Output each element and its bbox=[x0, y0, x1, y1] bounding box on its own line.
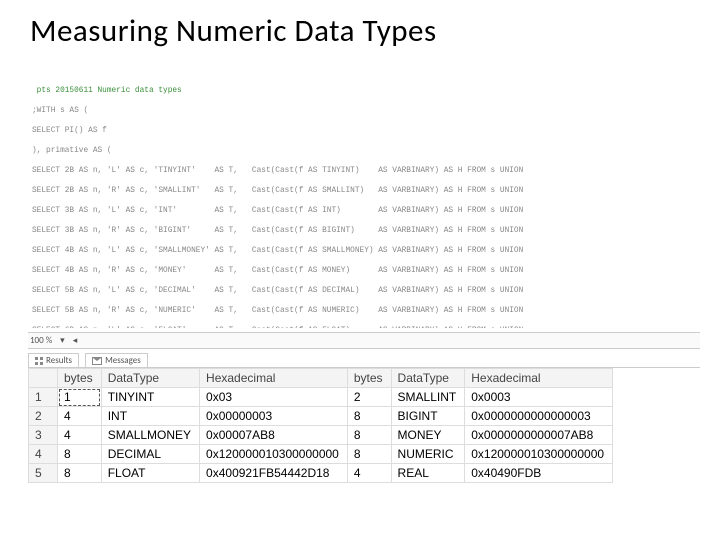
code-line: SELECT 6B AS n, 'L' AS c, 'FLOAT' AS T, … bbox=[32, 326, 700, 328]
cell[interactable]: DECIMAL bbox=[101, 445, 199, 464]
cell[interactable]: 0x00007AB8 bbox=[200, 426, 348, 445]
table-row[interactable]: 5 8 FLOAT 0x400921FB54442D18 4 REAL 0x40… bbox=[29, 464, 613, 483]
col-datatype-r[interactable]: DataType bbox=[391, 369, 465, 388]
code-line: SELECT 2B AS n, 'L' AS c, 'TINYINT' AS T… bbox=[32, 166, 700, 176]
col-hexadecimal-r[interactable]: Hexadecimal bbox=[465, 369, 613, 388]
cell[interactable]: NUMERIC bbox=[391, 445, 465, 464]
code-line: SELECT 5B AS n, 'R' AS c, 'NUMERIC' AS T… bbox=[32, 306, 700, 316]
cell[interactable]: 0x0000000000007AB8 bbox=[465, 426, 613, 445]
cell[interactable]: 0x0000000000000003 bbox=[465, 407, 613, 426]
code-line: ), primative AS ( bbox=[32, 146, 700, 156]
row-number: 5 bbox=[29, 464, 58, 483]
page-title: Measuring Numeric Data Types bbox=[0, 0, 720, 56]
cell[interactable]: SMALLINT bbox=[391, 388, 465, 407]
table-row[interactable]: 4 8 DECIMAL 0x120000010300000000 8 NUMER… bbox=[29, 445, 613, 464]
cell[interactable]: 0x120000010300000000 bbox=[465, 445, 613, 464]
cell[interactable]: 1 bbox=[58, 388, 102, 407]
row-number: 4 bbox=[29, 445, 58, 464]
scroll-left-icon[interactable]: ◂ bbox=[73, 335, 78, 346]
cell[interactable]: 0x400921FB54442D18 bbox=[200, 464, 348, 483]
message-icon bbox=[92, 357, 102, 365]
tab-label: Results bbox=[46, 355, 72, 366]
dropdown-icon[interactable]: ▾ bbox=[60, 335, 65, 346]
cell[interactable]: BIGINT bbox=[391, 407, 465, 426]
col-rownum[interactable] bbox=[29, 369, 58, 388]
code-line: SELECT 3B AS n, 'R' AS c, 'BIGINT' AS T,… bbox=[32, 226, 700, 236]
cell[interactable]: 0x03 bbox=[200, 388, 348, 407]
cell[interactable]: 8 bbox=[347, 407, 391, 426]
cell[interactable]: FLOAT bbox=[101, 464, 199, 483]
cell[interactable]: 2 bbox=[347, 388, 391, 407]
cell[interactable]: SMALLMONEY bbox=[101, 426, 199, 445]
cell[interactable]: 8 bbox=[58, 445, 102, 464]
code-line: SELECT 2B AS n, 'R' AS c, 'SMALLINT' AS … bbox=[32, 186, 700, 196]
code-line: ;WITH s AS ( bbox=[32, 106, 700, 116]
code-line: SELECT PI() AS f bbox=[32, 126, 700, 136]
cell[interactable]: 8 bbox=[347, 445, 391, 464]
row-number: 3 bbox=[29, 426, 58, 445]
sql-code-block: pts 20150611 Numeric data types ;WITH s … bbox=[32, 56, 700, 328]
zoom-bar: 100 % ▾ ◂ bbox=[28, 332, 700, 349]
cell[interactable]: 0x40490FDB bbox=[465, 464, 613, 483]
cell[interactable]: REAL bbox=[391, 464, 465, 483]
header-row: bytes DataType Hexadecimal bytes DataTyp… bbox=[29, 369, 613, 388]
col-datatype[interactable]: DataType bbox=[101, 369, 199, 388]
grid-icon bbox=[35, 357, 43, 365]
col-bytes[interactable]: bytes bbox=[58, 369, 102, 388]
results-tabstrip: Results Messages bbox=[28, 353, 700, 368]
col-hexadecimal[interactable]: Hexadecimal bbox=[200, 369, 348, 388]
cell[interactable]: 8 bbox=[58, 464, 102, 483]
results-grid[interactable]: bytes DataType Hexadecimal bytes DataTyp… bbox=[28, 368, 613, 483]
col-bytes-r[interactable]: bytes bbox=[347, 369, 391, 388]
tab-label: Messages bbox=[105, 355, 141, 366]
cell[interactable]: MONEY bbox=[391, 426, 465, 445]
tab-results[interactable]: Results bbox=[28, 353, 79, 367]
table-row[interactable]: 3 4 SMALLMONEY 0x00007AB8 8 MONEY 0x0000… bbox=[29, 426, 613, 445]
row-number: 2 bbox=[29, 407, 58, 426]
table-row[interactable]: 2 4 INT 0x00000003 8 BIGINT 0x0000000000… bbox=[29, 407, 613, 426]
code-line: SELECT 3B AS n, 'L' AS c, 'INT' AS T, Ca… bbox=[32, 206, 700, 216]
tab-messages[interactable]: Messages bbox=[85, 353, 148, 367]
cell[interactable]: 8 bbox=[347, 426, 391, 445]
table-row[interactable]: 1 1 TINYINT 0x03 2 SMALLINT 0x0003 bbox=[29, 388, 613, 407]
cell[interactable]: INT bbox=[101, 407, 199, 426]
cell[interactable]: 0x120000010300000000 bbox=[200, 445, 348, 464]
cell[interactable]: TINYINT bbox=[101, 388, 199, 407]
cell[interactable]: 0x00000003 bbox=[200, 407, 348, 426]
code-line: SELECT 5B AS n, 'L' AS c, 'DECIMAL' AS T… bbox=[32, 286, 700, 296]
cell[interactable]: 4 bbox=[347, 464, 391, 483]
cell[interactable]: 4 bbox=[58, 426, 102, 445]
cell[interactable]: 4 bbox=[58, 407, 102, 426]
row-number: 1 bbox=[29, 388, 58, 407]
cell[interactable]: 0x0003 bbox=[465, 388, 613, 407]
code-line: SELECT 4B AS n, 'L' AS c, 'SMALLMONEY' A… bbox=[32, 246, 700, 256]
zoom-level: 100 % bbox=[30, 335, 52, 346]
code-line: SELECT 4B AS n, 'R' AS c, 'MONEY' AS T, … bbox=[32, 266, 700, 276]
code-comment: pts 20150611 Numeric data types bbox=[32, 86, 700, 96]
